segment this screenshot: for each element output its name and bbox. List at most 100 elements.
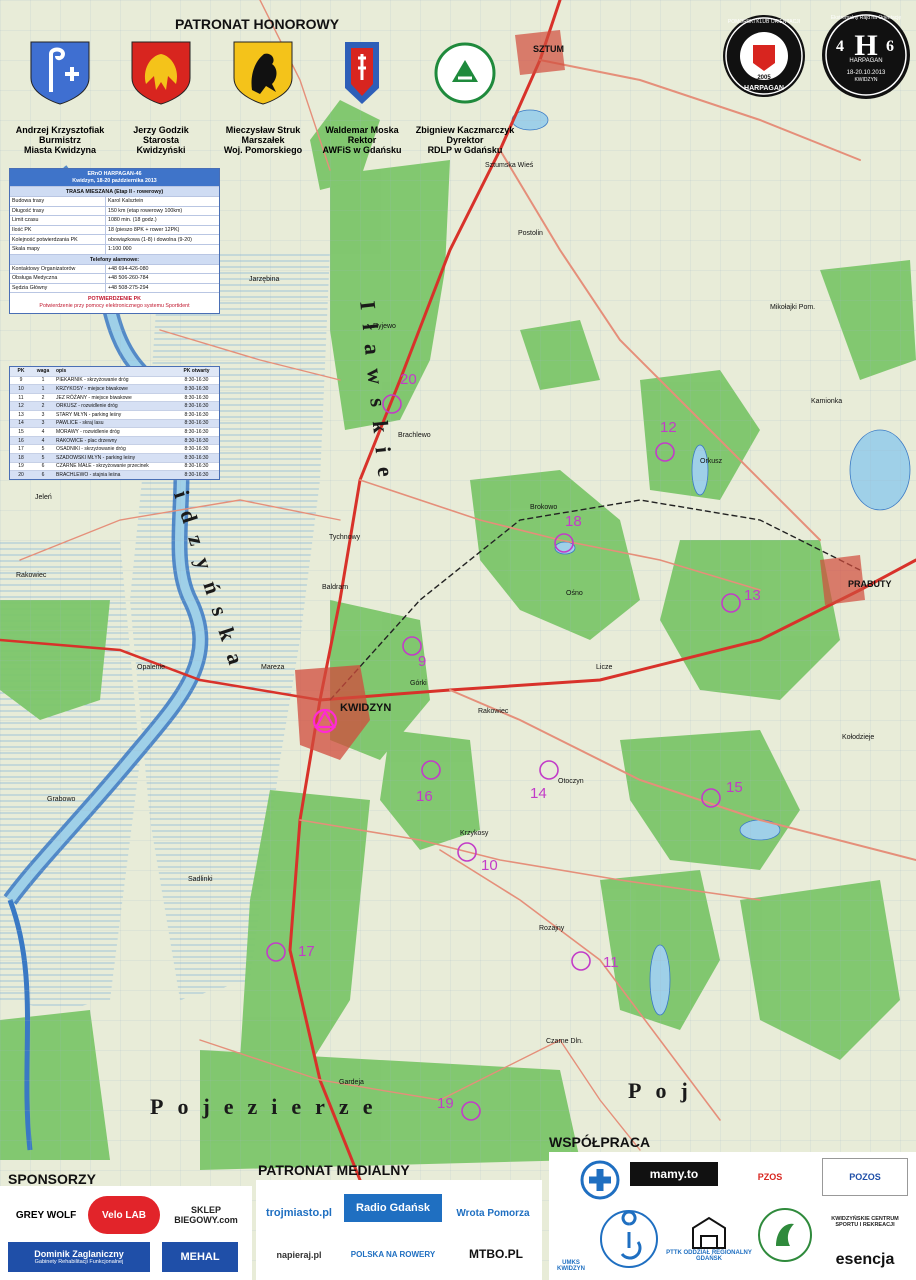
logo-text: trojmiasto.pl [265,1207,332,1219]
checkpoint-cell: 4 [41,437,45,444]
patron-name: Mieczysław Struk [225,125,301,135]
checkpoint-cell: BRACHLEWO - stajnia leśna [56,471,121,478]
info-value: 150 km (etap rowerowy 100km) [108,207,183,214]
checkpoint-row: 18 5 SZADOWSKI MŁYN - parking leśny 8:30-16… [10,452,219,462]
town-label: Postolin [518,230,543,237]
checkpoint-row: 20 6 BRACHLEWO - stajnia leśna 8:30-16:30 [10,470,219,479]
patron-role: Marszałek [241,135,285,145]
logo-text: Dominik Zaglaniczny [34,1249,124,1259]
info-row: Kontaktowy Organizatorów +48 694-426-080 [10,263,219,274]
confirmation-text: Potwierdzenie przy pomocy elektroniczneg… [39,303,190,310]
town-label: KWIDZYN [340,702,392,714]
patron-starosta: Jerzy Godzik Starosta Kwidzyński [106,40,216,155]
info-row: Obsługa Medyczna +48 506-260-784 [10,273,219,283]
region-label: Poj [628,1078,702,1103]
logo-text: mamy.to [649,1167,699,1181]
checkpoint-number: 14 [530,785,547,802]
col-opis: opis [56,368,67,375]
checkpoint-table: PK waga opis PK otwarty 9 1 PIEKARNIK - sk… [9,366,220,480]
checkpoint-row: 15 4 MORAWY - rozwidlenie dróg 8:30-16:30 [10,427,219,436]
confirmation-box: POTWIERDZENIE PK Potwierdzenie przy pomo… [10,292,219,313]
route-details: Budowa trasy Karol Kalsztein Długość trasy… [10,196,219,254]
checkpoint-number: 19 [437,1095,454,1112]
event-number-right: 6 [886,38,894,55]
harpagan-46-badge: Ekstremalny Rajd na Orientację 4 H 6 HAR… [822,11,910,99]
checkpoint-row: 12 2 ORKUSZ - rozwidlenie dróg 8:30-16:30 [10,401,219,410]
logo-text: MEHAL [180,1251,220,1263]
logo-text: SKLEP BIEGOWY.com [174,1205,238,1225]
coop-title: WSPÓŁPRACA [549,1134,651,1150]
checkpoint-cell: 14 [18,420,24,427]
col-open: PK otwarty [183,368,210,375]
patron-office: RDLP w Gdańsku [427,145,503,155]
patron-rektor: Waldemar Moska Rektor AWFiS w Gdańsku [307,40,417,155]
checkpoint-cell: 8:30-16:30 [184,411,209,418]
radio-gdansk-logo: Radio Gdańsk [344,1194,442,1222]
logo-text: Radio Gdańsk [356,1202,430,1214]
sponsors-title: SPONSORZY [8,1171,96,1187]
logo-text: Wrota Pomorza [456,1207,530,1219]
event-date-place: Kwidzyn, 18-20 października 2013 [72,177,157,184]
info-row: Długość trasy 150 km (etap rowerowy 100km… [10,205,219,216]
town-label: Orkusz [700,458,723,465]
medical-cross-icon [580,1160,620,1200]
info-row: Ilość PK 18 (pieszo 8PK + rower 12PK) [10,224,219,235]
checkpoint-row: 17 5 OSADNIKI - skrzyżowanie dróg 8:30-16:3… [10,444,219,453]
kcsir-logo: KWIDZYŃSKIE CENTRUM SPORTU I REKREACJI [820,1204,910,1240]
checkpoint-number: 11 [603,954,619,971]
col-pk: PK [17,368,25,375]
logo-text: POZOS [849,1172,881,1182]
trojmiasto-logo: trojmiasto.pl [262,1196,336,1230]
patron-burmistrz: Andrzej Krzysztofiak Burmistrz Miasta Kwid… [5,40,115,155]
checkpoint-cell: 2 [41,403,45,410]
town-label: SZTUM [533,44,564,54]
checkpoint-row: 9 1 PIEKARNIK - skrzyżowanie dróg 8:30-16:3… [10,375,219,385]
event-ring-text: Ekstremalny Rajd na Orientację [830,15,902,21]
patron-rdlp: Zbigniew Kaczmarczyk Dyrektor RDLP w Gdańs… [410,40,520,155]
info-key: Ilość PK [10,225,106,235]
checkpoint-row: 11 2 JEZ RÓŻANY - miejsce biwakowe 8:30-16:… [10,392,219,402]
info-key: Limit czasu [10,216,106,225]
checkpoint-cell: PAWLICE - skraj lasu [56,420,104,427]
town-label: Jeleń [35,494,52,501]
phone-list: Kontaktowy Organizatorów +48 694-426-080 O… [10,263,219,293]
route-title: TRASA MIESZANA (Etap II - rowerowy) [10,186,219,196]
patron-name: Waldemar Moska [325,125,399,135]
info-row: Budowa trasy Karol Kalsztein [10,196,219,206]
checkpoint-cell: 13 [18,411,24,418]
info-value: +48 508-275-294 [108,285,149,292]
patron-name: Zbigniew Kaczmarczyk [415,125,515,135]
pzos-logo: PZOS [730,1166,810,1188]
checkpoint-cell: 5 [41,446,45,453]
checkpoint-row: 10 1 KRZYKOSY - miejsce biwakowe 8:30-16:30 [10,384,219,393]
checkpoint-row: 19 6 CZARNE MAŁE - skrzyżowanie przecinek 8… [10,461,219,471]
checkpoint-number: 18 [565,513,582,530]
info-row: Kolejność potwierdzania PK obowiązkowa (1… [10,234,219,244]
patron-name: Andrzej Krzysztofiak [15,125,105,135]
info-key: Obsługa Medyczna [10,274,106,283]
town-label: Brachlewo [398,432,431,439]
checkpoint-cell: 8:30-16:30 [184,471,209,478]
kwidzyn-crest-icon [30,41,90,105]
checkpoint-cell: 8:30-16:30 [184,394,209,401]
checkpoint-cell: 8:30-16:30 [184,463,209,470]
mtbo-logo: MTBO.PL [460,1238,532,1270]
media-title: PATRONAT MEDIALNY [258,1162,410,1178]
col-waga: waga [36,368,50,375]
checkpoint-cell: 6 [41,463,45,470]
checkpoint-cell: 15 [18,428,24,435]
checkpoint-number: 16 [416,788,433,805]
event-name: HARPAGAN [849,58,883,64]
checkpoint-cell: PIEKARNIK - skrzyżowanie dróg [56,377,129,384]
checkpoint-cell: 8:30-16:30 [184,446,209,453]
velolab-logo: Velo LAB [88,1196,160,1234]
checkpoint-cell: KRZYKOSY - miejsce biwakowe [56,385,128,392]
club-ring-text: POMORSKI KLUB ORIENTACJI [727,19,801,25]
checkpoint-cell: 12 [18,403,24,410]
zaglaniczny-logo: Dominik Zaglaniczny Gabinety Rehabilitac… [8,1242,150,1272]
napieraj-logo: napieraj.pl [262,1236,336,1274]
event-letter: H [854,29,878,62]
info-value: +48 694-426-080 [108,265,149,272]
checkpoint-cell: 19 [18,463,24,470]
phones-title: Telefony alarmowe: [10,253,219,264]
